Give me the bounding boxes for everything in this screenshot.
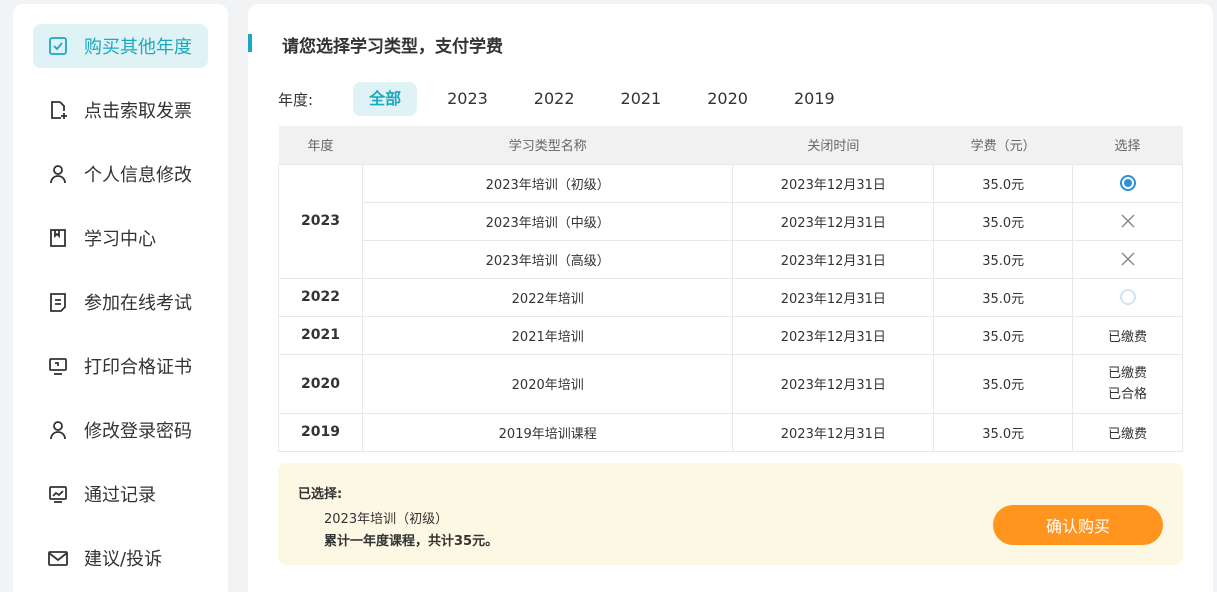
- sidebar-item-label: 建议/投诉: [84, 549, 163, 570]
- exam-doc-icon: [47, 291, 69, 313]
- year-tab-2020[interactable]: 2020: [691, 82, 764, 116]
- sidebar-item-print-certificate[interactable]: 打印合格证书: [33, 344, 208, 388]
- cell-fee: 35.0元: [933, 315, 1074, 355]
- cell-name: 2019年培训课程: [361, 412, 734, 452]
- cross-icon: [1121, 252, 1135, 266]
- cell-fee: 35.0元: [933, 201, 1074, 241]
- table-header-row: 年度 学习类型名称 关闭时间 学费（元） 选择: [278, 126, 1183, 164]
- cell-select: [1072, 239, 1183, 279]
- header-name: 学习类型名称: [508, 139, 587, 155]
- mail-icon: [47, 547, 69, 569]
- user-lock-icon: [47, 419, 69, 441]
- checkbox-icon: [47, 35, 69, 57]
- year-tab-2019[interactable]: 2019: [778, 82, 851, 116]
- table-row: 2023年培训（高级） 2023年12月31日 35.0元: [279, 239, 1183, 279]
- table-row: 2021 2021年培训 2023年12月31日 35.0元 已缴费: [278, 315, 1183, 355]
- table-row: 2023年培训（中级） 2023年12月31日 35.0元: [279, 201, 1183, 241]
- sidebar-item-label: 学习中心: [84, 229, 156, 250]
- sidebar-item-label: 个人信息修改: [84, 165, 192, 186]
- bookmark-icon: [47, 227, 69, 249]
- header-year: 年度: [307, 139, 334, 155]
- year-filter: 年度: 全部 2023 2022 2021 2020 2019: [278, 82, 865, 116]
- sidebar-item-online-exam[interactable]: 参加在线考试: [33, 280, 208, 324]
- cell-fee: 35.0元: [933, 239, 1074, 279]
- cell-name: 2023年培训（初级）: [361, 163, 734, 203]
- course-table: 年度 学习类型名称 关闭时间 学费（元） 选择 2023 2023年培训（初级）…: [278, 126, 1183, 452]
- cell-close-time: 2023年12月31日: [732, 201, 935, 241]
- cell-select: [1072, 277, 1183, 317]
- cell-close-time: 2023年12月31日: [732, 353, 935, 414]
- cell-close-time: 2023年12月31日: [732, 163, 935, 203]
- cell-status: 已缴费 已合格: [1072, 353, 1183, 414]
- cell-year: 2023: [278, 163, 363, 279]
- sidebar: 购买其他年度 点击索取发票 个人信息修改 学习中心 参加在线考试 打印合格证书: [13, 4, 228, 592]
- radio-empty-icon[interactable]: [1119, 289, 1136, 305]
- table-row: 2019 2019年培训课程 2023年12月31日 35.0元 已缴费: [278, 412, 1183, 452]
- cell-close-time: 2023年12月31日: [732, 412, 935, 452]
- summary-total: 累计一年度课程，共计35元。: [324, 534, 499, 549]
- sidebar-item-change-password[interactable]: 修改登录密码: [33, 408, 208, 452]
- cross-icon: [1121, 214, 1135, 228]
- summary-title: 已选择:: [298, 487, 343, 502]
- cell-fee: 35.0元: [933, 353, 1074, 414]
- confirm-purchase-button[interactable]: 确认购买: [993, 505, 1163, 545]
- sidebar-item-label: 修改登录密码: [84, 421, 192, 442]
- cell-close-time: 2023年12月31日: [732, 315, 935, 355]
- sidebar-item-request-invoice[interactable]: 点击索取发票: [33, 88, 208, 132]
- cell-close-time: 2023年12月31日: [732, 277, 935, 317]
- cell-name: 2023年培训（高级）: [361, 239, 734, 279]
- status-passed: 已合格: [1108, 386, 1148, 402]
- year-tab-2022[interactable]: 2022: [518, 82, 591, 116]
- cell-name: 2022年培训: [361, 277, 734, 317]
- certificate-monitor-icon: [47, 355, 69, 377]
- cell-fee: 35.0元: [933, 412, 1074, 452]
- table-row: 2022 2022年培训 2023年12月31日 35.0元: [278, 277, 1183, 317]
- header-close-time: 关闭时间: [807, 139, 860, 155]
- sidebar-item-learning-center[interactable]: 学习中心: [33, 216, 208, 260]
- cell-year: 2021: [278, 315, 363, 355]
- cell-name: 2020年培训: [361, 353, 734, 414]
- sidebar-item-buy-other-years[interactable]: 购买其他年度: [33, 24, 208, 68]
- sidebar-item-label: 参加在线考试: [84, 293, 192, 314]
- cell-fee: 35.0元: [933, 277, 1074, 317]
- invoice-add-icon: [47, 99, 69, 121]
- status-paid: 已缴费: [1108, 365, 1148, 381]
- title-accent-bar: [248, 34, 252, 52]
- sidebar-item-label: 购买其他年度: [84, 37, 192, 58]
- cell-select: [1072, 163, 1183, 203]
- year-tab-all[interactable]: 全部: [353, 82, 418, 116]
- year-tab-2021[interactable]: 2021: [605, 82, 678, 116]
- sidebar-item-pass-records[interactable]: 通过记录: [33, 472, 208, 516]
- cell-status: 已缴费: [1072, 315, 1183, 355]
- cell-select: [1072, 201, 1183, 241]
- sidebar-item-label: 通过记录: [84, 485, 156, 506]
- cell-year: 2019: [278, 412, 363, 452]
- cell-year: 2022: [278, 277, 363, 317]
- sidebar-item-label: 打印合格证书: [84, 357, 192, 378]
- header-select: 选择: [1114, 139, 1141, 155]
- sidebar-item-edit-profile[interactable]: 个人信息修改: [33, 152, 208, 196]
- cell-status: 已缴费: [1072, 412, 1183, 452]
- chart-icon: [47, 483, 69, 505]
- header-fee: 学费（元）: [970, 139, 1036, 155]
- table-row: 2023 2023年培训（初级） 2023年12月31日 35.0元: [278, 163, 1183, 279]
- year-filter-label: 年度:: [278, 90, 314, 109]
- cell-fee: 35.0元: [933, 163, 1074, 203]
- user-icon: [47, 163, 69, 185]
- year-tab-2023[interactable]: 2023: [431, 82, 504, 116]
- table-row: 2020 2020年培训 2023年12月31日 35.0元 已缴费 已合格: [278, 353, 1183, 414]
- sidebar-item-feedback[interactable]: 建议/投诉: [33, 536, 208, 580]
- sidebar-item-label: 点击索取发票: [84, 101, 192, 122]
- selection-summary: 已选择: 2023年培训（初级） 累计一年度课程，共计35元。 确认购买: [278, 463, 1183, 565]
- summary-selected-item: 2023年培训（初级）: [324, 512, 449, 527]
- cell-close-time: 2023年12月31日: [732, 239, 935, 279]
- cell-year: 2020: [278, 353, 363, 414]
- page-title: 请您选择学习类型，支付学费: [282, 37, 503, 57]
- cell-name: 2023年培训（中级）: [361, 201, 734, 241]
- cell-name: 2021年培训: [361, 315, 734, 355]
- main-panel: 请您选择学习类型，支付学费 年度: 全部 2023 2022 2021 2020…: [248, 4, 1213, 592]
- radio-checked-icon[interactable]: [1119, 175, 1136, 191]
